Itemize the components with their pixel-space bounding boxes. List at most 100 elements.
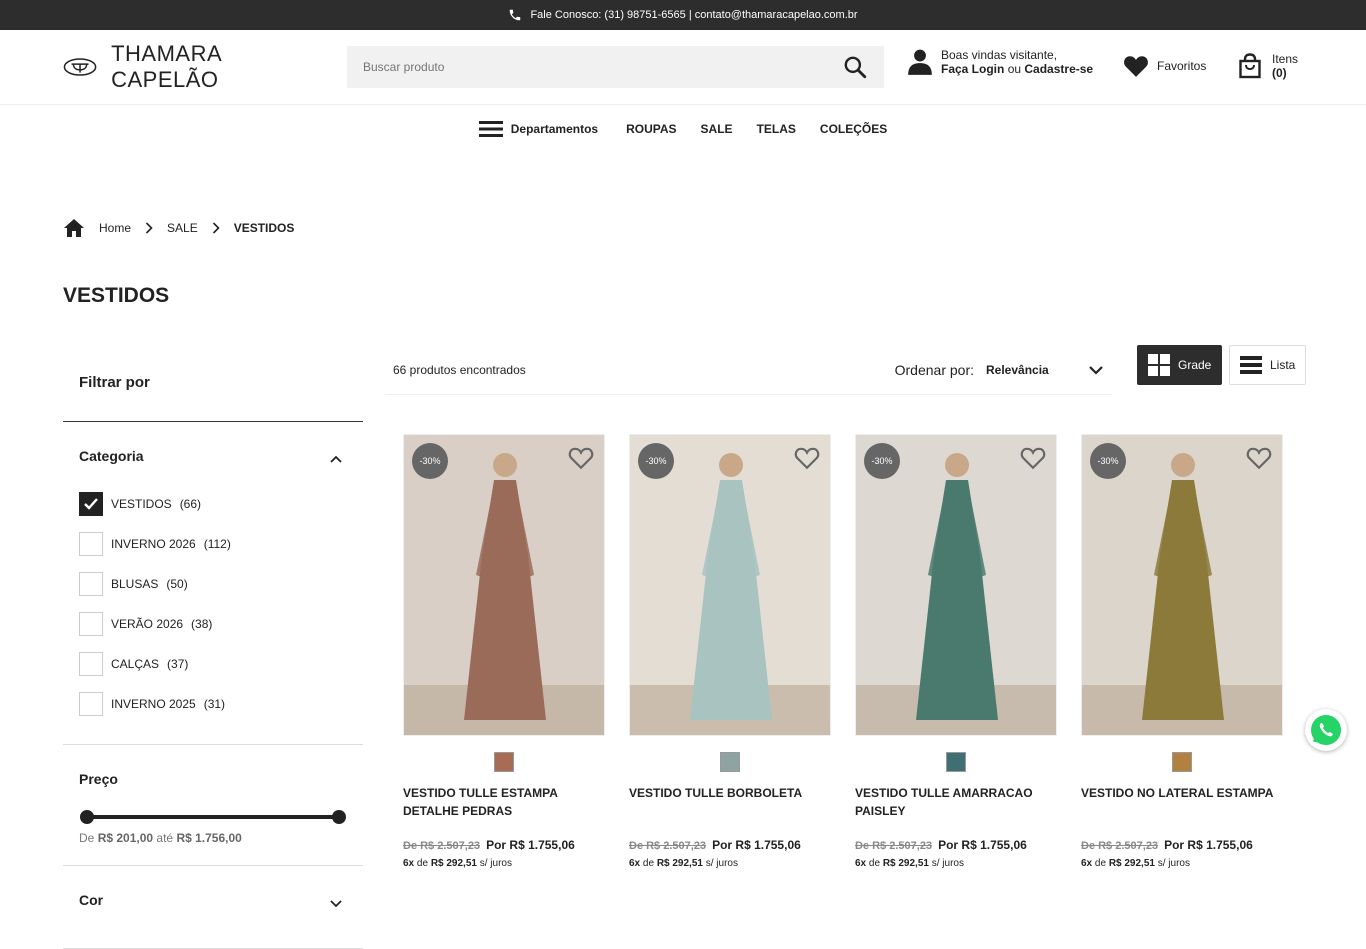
category-title[interactable]: Categoria bbox=[79, 448, 347, 464]
login-link[interactable]: Faça Login bbox=[941, 62, 1004, 76]
color-swatch[interactable] bbox=[946, 752, 966, 772]
category-option[interactable]: BLUSAS (50) bbox=[79, 564, 347, 604]
product-name[interactable]: VESTIDO NO LATERAL ESTAMPA bbox=[1081, 784, 1283, 834]
checkbox[interactable] bbox=[79, 652, 103, 676]
heart-icon bbox=[1124, 56, 1148, 77]
checkbox[interactable] bbox=[79, 572, 103, 596]
menu-icon bbox=[478, 121, 503, 137]
breadcrumb-home[interactable]: Home bbox=[99, 221, 131, 235]
price-slider[interactable] bbox=[80, 807, 346, 827]
list-view-label: Lista bbox=[1270, 358, 1296, 372]
favorites-label: Favoritos bbox=[1157, 59, 1207, 73]
nav-item-roupas[interactable]: ROUPAS bbox=[626, 122, 676, 136]
sort-select[interactable]: Ordenar por: Relevância bbox=[895, 362, 1104, 378]
sort-label: Ordenar por: bbox=[894, 361, 974, 378]
nav-item-sale[interactable]: SALE bbox=[701, 122, 733, 136]
category-count: (112) bbox=[203, 537, 231, 551]
chevron-down-icon[interactable] bbox=[329, 896, 343, 910]
heart-outline-icon[interactable] bbox=[568, 445, 594, 471]
favorites-link[interactable]: Favoritos bbox=[1123, 54, 1206, 78]
grid-view-button[interactable]: Grade bbox=[1137, 345, 1223, 385]
price-slider-min-handle[interactable] bbox=[80, 810, 94, 824]
price-to-label: até bbox=[156, 831, 174, 845]
home-icon[interactable] bbox=[63, 218, 85, 238]
product-card[interactable]: -30% VESTIDO NO LATERAL ESTAMPA De R$ 2.50… bbox=[1081, 434, 1283, 869]
nav-item-colecoes[interactable]: COLEÇÕES bbox=[820, 122, 887, 136]
or-text: ou bbox=[1007, 62, 1022, 76]
category-option[interactable]: VESTIDOS (66) bbox=[79, 484, 347, 524]
color-swatch[interactable] bbox=[720, 752, 740, 772]
color-swatch[interactable] bbox=[1172, 752, 1192, 772]
category-option[interactable]: CALÇAS (37) bbox=[79, 644, 347, 684]
new-price: Por R$ 1.755,06 bbox=[486, 838, 575, 852]
product-card[interactable]: -30% VESTIDO TULLE BORBOLETA De R$ 2.507,2… bbox=[629, 434, 831, 869]
checkbox[interactable] bbox=[79, 492, 103, 516]
price-max: R$ 1.756,00 bbox=[176, 831, 242, 845]
installment-suffix: s/ juros bbox=[1157, 858, 1190, 869]
product-prices: De R$ 2.507,23 Por R$ 1.755,06 bbox=[855, 838, 1057, 852]
departments-menu[interactable]: Departamentos bbox=[478, 120, 598, 138]
price-slider-max-handle[interactable] bbox=[332, 810, 346, 824]
category-option[interactable]: INVERNO 2025 (31) bbox=[79, 684, 347, 724]
contact-text[interactable]: Fale Conosco: (31) 98751-6565 | contato@… bbox=[530, 9, 857, 21]
installment-de: de bbox=[868, 858, 881, 869]
installments: 6x de R$ 292,51 s/ juros bbox=[629, 858, 831, 869]
color-title[interactable]: Cor bbox=[79, 892, 347, 908]
chevron-up-icon[interactable] bbox=[329, 452, 343, 466]
installment-de: de bbox=[642, 858, 655, 869]
sort-value[interactable]: Relevância bbox=[986, 363, 1076, 377]
product-card[interactable]: -30% VESTIDO TULLE AMARRACAO PAISLEY De R$… bbox=[855, 434, 1057, 869]
breadcrumb-sale[interactable]: SALE bbox=[167, 221, 198, 235]
category-label: INVERNO 2025 bbox=[111, 697, 196, 711]
color-swatch[interactable] bbox=[494, 752, 514, 772]
product-image[interactable]: -30% bbox=[1081, 434, 1283, 736]
installment-value: R$ 292,51 bbox=[656, 858, 703, 869]
whatsapp-button[interactable] bbox=[1305, 709, 1347, 751]
user-icon bbox=[908, 49, 932, 75]
product-grid: -30% VESTIDO TULLE ESTAMPA DETALHE PEDRAS… bbox=[403, 434, 1283, 869]
product-name[interactable]: VESTIDO TULLE AMARRACAO PAISLEY bbox=[855, 784, 1057, 834]
discount-badge: -30% bbox=[1090, 443, 1126, 479]
heart-outline-icon[interactable] bbox=[794, 445, 820, 471]
price-from-label: De bbox=[79, 831, 95, 845]
product-name[interactable]: VESTIDO TULLE BORBOLETA bbox=[629, 784, 831, 834]
cart-count: (0) bbox=[1272, 66, 1287, 80]
product-photo bbox=[856, 435, 1056, 735]
brand-mark-icon bbox=[63, 58, 97, 76]
product-image[interactable]: -30% bbox=[855, 434, 1057, 736]
heart-outline-icon[interactable] bbox=[1020, 445, 1046, 471]
checkbox[interactable] bbox=[79, 692, 103, 716]
account-area[interactable]: Boas vindas visitante, Faça Login ou Cad… bbox=[907, 48, 1093, 76]
checkbox[interactable] bbox=[79, 612, 103, 636]
old-price: De R$ 2.507,23 bbox=[1081, 840, 1159, 852]
product-card[interactable]: -30% VESTIDO TULLE ESTAMPA DETALHE PEDRAS… bbox=[403, 434, 605, 869]
page-title: VESTIDOS bbox=[63, 284, 170, 307]
filter-heading: Filtrar por bbox=[63, 350, 363, 422]
category-count: (31) bbox=[203, 697, 226, 711]
installment-value: R$ 292,51 bbox=[1108, 858, 1155, 869]
checkbox[interactable] bbox=[79, 532, 103, 556]
product-image[interactable]: -30% bbox=[629, 434, 831, 736]
product-prices: De R$ 2.507,23 Por R$ 1.755,06 bbox=[1081, 838, 1283, 852]
signup-link[interactable]: Cadastre-se bbox=[1024, 62, 1093, 76]
nav-item-telas[interactable]: TELAS bbox=[757, 122, 796, 136]
installment-value: R$ 292,51 bbox=[882, 858, 929, 869]
heart-outline-icon[interactable] bbox=[1246, 445, 1272, 471]
main-nav: Departamentos ROUPAS SALE TELAS COLEÇÕES bbox=[0, 105, 1366, 153]
search-icon[interactable] bbox=[842, 54, 868, 80]
brand-logo[interactable]: THAMARA CAPELÃO bbox=[63, 41, 323, 93]
list-view-button[interactable]: Lista bbox=[1229, 345, 1307, 385]
old-price: De R$ 2.507,23 bbox=[629, 840, 707, 852]
price-filter: Preço De R$ 201,00 até R$ 1.756,00 bbox=[63, 745, 363, 866]
category-option[interactable]: VERÃO 2026 (38) bbox=[79, 604, 347, 644]
installment-de: de bbox=[1094, 858, 1107, 869]
search-input[interactable] bbox=[363, 60, 842, 74]
product-image[interactable]: -30% bbox=[403, 434, 605, 736]
grid-view-label: Grade bbox=[1178, 358, 1212, 372]
product-name[interactable]: VESTIDO TULLE ESTAMPA DETALHE PEDRAS bbox=[403, 784, 605, 834]
cart-link[interactable]: Itens (0) bbox=[1238, 52, 1298, 80]
installment-count: 6x bbox=[855, 858, 867, 869]
category-option[interactable]: INVERNO 2026 (112) bbox=[79, 524, 347, 564]
new-price: Por R$ 1.755,06 bbox=[1164, 838, 1253, 852]
installment-count: 6x bbox=[629, 858, 641, 869]
